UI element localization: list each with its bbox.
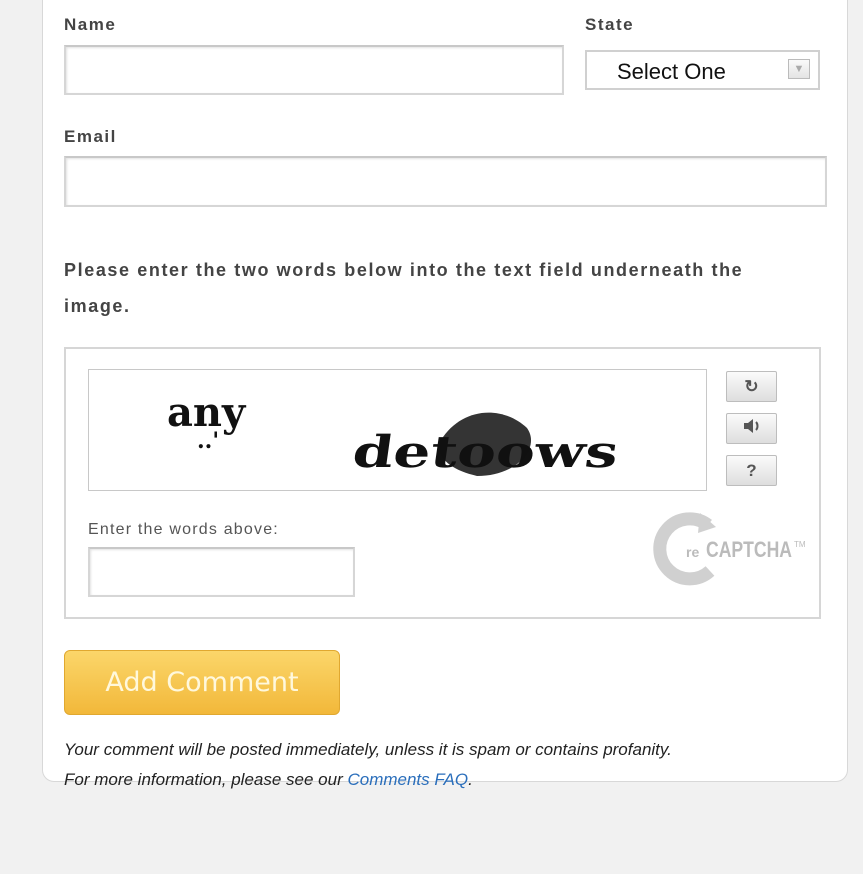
audio-button[interactable] (726, 413, 777, 444)
refresh-button[interactable]: ↻ (726, 371, 777, 402)
policy-line-1: Your comment will be posted immediately,… (64, 740, 672, 759)
recaptcha-logo: re CAPTCHA TM (650, 507, 810, 587)
help-button[interactable]: ? (726, 455, 777, 486)
captcha-input-label: Enter the words above: (88, 521, 279, 538)
captcha-noise: ..' (197, 428, 219, 454)
comment-policy-note: Your comment will be posted immediately,… (64, 735, 834, 795)
policy-line-2: For more information, please see our Com… (64, 770, 473, 789)
svg-text:re: re (686, 544, 699, 560)
chevron-down-icon[interactable]: ▼ (788, 59, 810, 79)
state-label: State (585, 15, 635, 34)
captcha-response-input[interactable] (88, 547, 355, 597)
svg-text:TM: TM (794, 540, 806, 549)
email-label: Email (64, 127, 117, 146)
add-comment-button[interactable]: Add Comment (64, 650, 340, 715)
svg-text:CAPTCHA: CAPTCHA (706, 537, 792, 562)
state-select-value: Select One (617, 59, 726, 84)
state-select[interactable]: Select One ▼ (585, 50, 820, 90)
help-icon: ? (746, 460, 757, 480)
name-input[interactable] (64, 45, 564, 95)
name-label: Name (64, 15, 117, 34)
captcha-instructions: Please enter the two words below into th… (64, 260, 744, 316)
captcha-image: any ..' detoows (88, 369, 707, 491)
comments-faq-link[interactable]: Comments FAQ (347, 770, 468, 789)
audio-icon (742, 418, 762, 439)
email-input[interactable] (64, 156, 827, 207)
recaptcha-widget: any ..' detoows ↻ ? Enter the words abov… (64, 347, 821, 619)
refresh-icon: ↻ (744, 376, 759, 396)
